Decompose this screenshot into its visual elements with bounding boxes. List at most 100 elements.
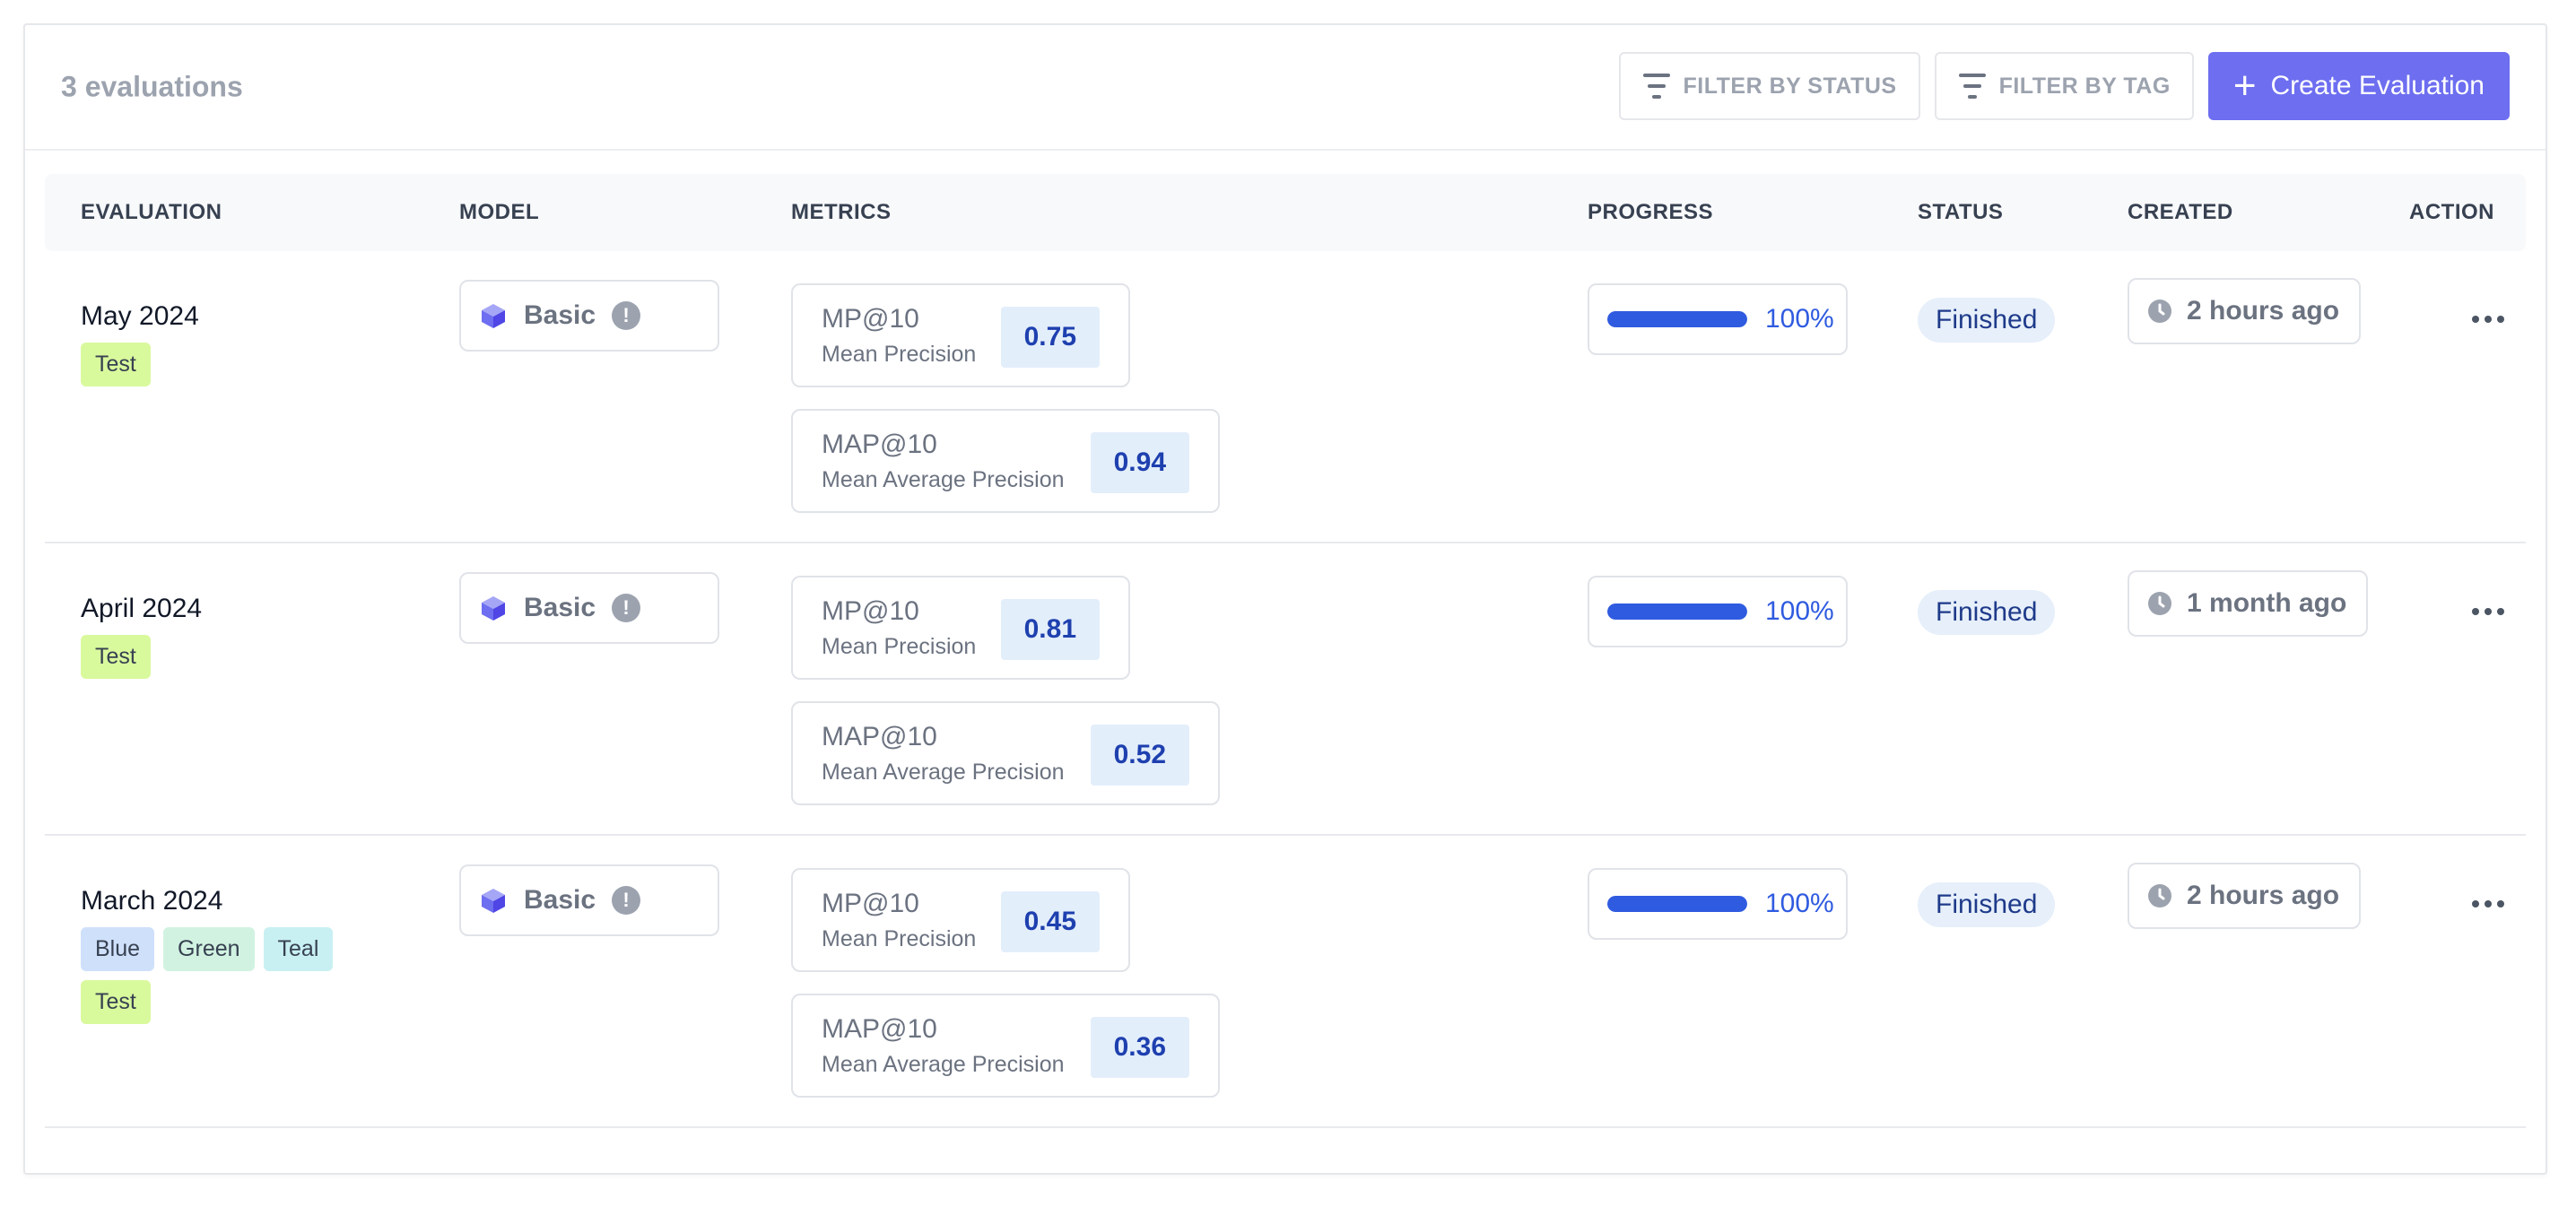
tag-teal[interactable]: Teal (263, 927, 334, 971)
tag-blue[interactable]: Blue (81, 927, 155, 971)
cube-icon (482, 304, 505, 328)
metric-name: MP@10 (822, 595, 919, 626)
header-evaluation: EVALUATION (81, 200, 222, 224)
status-badge: Finished (1918, 590, 2056, 635)
metric-name: MAP@10 (822, 721, 937, 751)
cube-icon (482, 889, 505, 913)
metric-card-mp: MP@10 Mean Precision 0.75 (791, 283, 1130, 387)
header-created: CREATED (2128, 200, 2233, 224)
metric-description: Mean Average Precision (822, 1051, 1065, 1077)
more-horizontal-icon[interactable] (2467, 886, 2510, 922)
tag-green[interactable]: Green (163, 927, 255, 971)
tag-test[interactable]: Test (81, 635, 151, 679)
progress-bar-fill (1607, 604, 1747, 620)
evaluation-count: 3 evaluations (61, 70, 243, 103)
info-icon[interactable]: ! (612, 301, 641, 330)
metric-card-mp: MP@10 Mean Precision 0.45 (791, 868, 1130, 972)
evaluation-cell: March 2024 Blue Green Teal Test (81, 886, 404, 1024)
toolbar: 3 evaluations FILTER BY STATUS FILTER BY… (25, 25, 2546, 151)
info-icon[interactable]: ! (612, 886, 641, 915)
metric-name: MAP@10 (822, 1013, 937, 1044)
evaluation-name[interactable]: March 2024 (81, 886, 404, 916)
created-chip: 1 month ago (2128, 570, 2369, 637)
evaluation-cell: May 2024 Test (81, 301, 404, 386)
clock-icon (2148, 884, 2171, 907)
progress-bar (1607, 896, 1747, 912)
progress-bar-fill (1607, 311, 1747, 327)
metric-name: MP@10 (822, 888, 919, 918)
metric-value: 0.94 (1090, 432, 1189, 493)
progress-bar-fill (1607, 896, 1747, 912)
metric-value: 0.75 (1000, 307, 1100, 368)
tag-test[interactable]: Test (81, 343, 151, 386)
evaluations-table: EVALUATION MODEL METRICS PROGRESS STATUS… (45, 174, 2526, 1128)
metric-description: Mean Precision (822, 925, 977, 951)
created-time: 2 hours ago (2187, 296, 2340, 326)
filter-by-status-label: FILTER BY STATUS (1683, 73, 1897, 99)
evaluations-panel: 3 evaluations FILTER BY STATUS FILTER BY… (23, 23, 2547, 1175)
clock-icon (2148, 592, 2171, 615)
created-chip: 2 hours ago (2128, 863, 2362, 929)
evaluation-cell: April 2024 Test (81, 594, 404, 679)
progress-indicator: 100% (1588, 868, 1848, 940)
metric-name: MP@10 (822, 303, 919, 334)
model-chip[interactable]: Basic ! (459, 280, 719, 352)
created-chip: 2 hours ago (2128, 278, 2362, 344)
progress-indicator: 100% (1588, 576, 1848, 647)
filter-by-tag-label: FILTER BY TAG (1998, 73, 2171, 99)
metric-value: 0.81 (1000, 599, 1100, 660)
metric-card-map: MAP@10 Mean Average Precision 0.94 (791, 409, 1220, 513)
more-horizontal-icon[interactable] (2467, 594, 2510, 630)
info-icon[interactable]: ! (612, 594, 641, 622)
table-header: EVALUATION MODEL METRICS PROGRESS STATUS… (45, 174, 2526, 251)
metric-description: Mean Average Precision (822, 759, 1065, 785)
toolbar-actions: FILTER BY STATUS FILTER BY TAG + Create … (1618, 52, 2510, 120)
created-time: 1 month ago (2187, 588, 2347, 618)
model-name: Basic (524, 300, 596, 330)
metric-name: MAP@10 (822, 429, 937, 459)
metric-description: Mean Precision (822, 633, 977, 659)
table-row[interactable]: May 2024 Test Basic ! MP@10 Mean Precisi… (45, 251, 2526, 543)
table-row[interactable]: April 2024 Test Basic ! MP@10 Mean Preci… (45, 543, 2526, 836)
filter-icon (1642, 74, 1671, 99)
header-metrics: METRICS (791, 200, 892, 224)
status-badge: Finished (1918, 882, 2056, 927)
metric-value: 0.36 (1090, 1017, 1189, 1078)
progress-percent: 100% (1765, 596, 1834, 626)
evaluation-name[interactable]: May 2024 (81, 301, 404, 332)
model-name: Basic (524, 885, 596, 915)
clock-icon (2148, 300, 2171, 323)
metric-card-map: MAP@10 Mean Average Precision 0.52 (791, 701, 1220, 805)
metric-card-mp: MP@10 Mean Precision 0.81 (791, 576, 1130, 680)
progress-percent: 100% (1765, 889, 1834, 918)
filter-icon (1958, 74, 1987, 99)
metric-card-map: MAP@10 Mean Average Precision 0.36 (791, 994, 1220, 1098)
model-chip[interactable]: Basic ! (459, 572, 719, 644)
model-name: Basic (524, 593, 596, 622)
metric-value: 0.52 (1090, 725, 1189, 786)
created-time: 2 hours ago (2187, 881, 2340, 910)
tag-test[interactable]: Test (81, 980, 151, 1024)
model-chip[interactable]: Basic ! (459, 864, 719, 936)
metric-description: Mean Precision (822, 341, 977, 367)
table-row[interactable]: March 2024 Blue Green Teal Test Basic ! MP@… (45, 836, 2526, 1128)
header-progress: PROGRESS (1588, 200, 1714, 224)
status-badge: Finished (1918, 298, 2056, 343)
more-horizontal-icon[interactable] (2467, 301, 2510, 337)
progress-bar (1607, 311, 1747, 327)
metric-value: 0.45 (1000, 891, 1100, 952)
progress-indicator: 100% (1588, 283, 1848, 355)
create-evaluation-button[interactable]: + Create Evaluation (2207, 52, 2510, 120)
header-model: MODEL (459, 200, 540, 224)
header-action: ACTION (2409, 200, 2494, 224)
progress-bar (1607, 604, 1747, 620)
plus-icon: + (2232, 64, 2257, 108)
filter-by-tag-button[interactable]: FILTER BY TAG (1934, 52, 2194, 120)
progress-percent: 100% (1765, 304, 1834, 334)
filter-by-status-button[interactable]: FILTER BY STATUS (1618, 52, 1920, 120)
tag-list: Test (81, 343, 368, 386)
evaluation-name[interactable]: April 2024 (81, 594, 404, 624)
tag-list: Test (81, 635, 368, 679)
cube-icon (482, 596, 505, 621)
table-body: May 2024 Test Basic ! MP@10 Mean Precisi… (45, 251, 2526, 1128)
